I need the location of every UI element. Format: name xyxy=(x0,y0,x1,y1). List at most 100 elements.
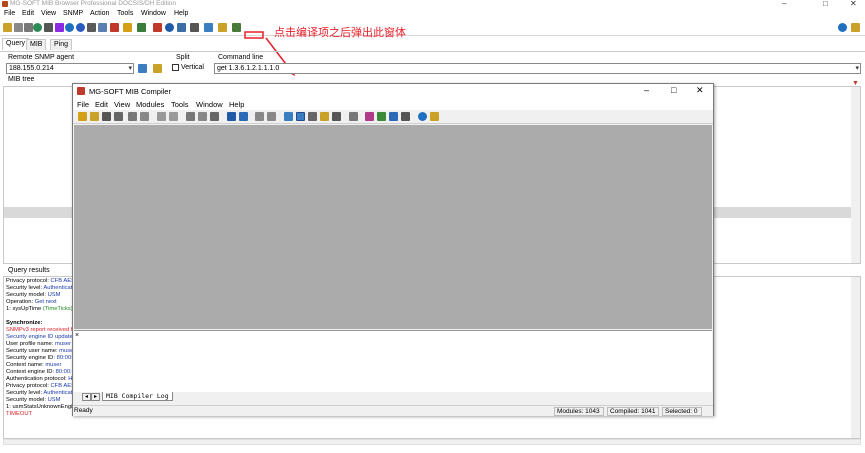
help-icon[interactable] xyxy=(838,23,847,32)
remote-agent-combo[interactable]: 188.155.0.214 ▾ xyxy=(6,63,134,74)
status-modules: Modules: 1043 xyxy=(554,407,604,416)
menu-edit[interactable]: Edit xyxy=(22,10,34,17)
compile-icon[interactable] xyxy=(365,112,374,121)
outdent-icon[interactable] xyxy=(267,112,276,121)
copy-icon[interactable] xyxy=(198,112,207,121)
save-icon[interactable] xyxy=(102,112,111,121)
compiler-titlebar: MG-SOFT MIB Compiler – □ ✕ xyxy=(73,84,713,98)
menu-tools[interactable]: Tools xyxy=(117,10,133,17)
compiler-menu-edit[interactable]: Edit xyxy=(95,100,108,109)
export-icon[interactable] xyxy=(332,112,341,121)
table-icon[interactable] xyxy=(98,23,107,32)
menu-view[interactable]: View xyxy=(41,10,56,17)
minimize-button[interactable]: – xyxy=(782,0,786,8)
help-icon[interactable] xyxy=(418,112,427,121)
results-scrollbar[interactable] xyxy=(851,277,860,438)
agent-properties-icon[interactable] xyxy=(138,64,147,73)
print-icon[interactable] xyxy=(128,112,137,121)
home-icon[interactable] xyxy=(430,112,439,121)
tree-icon[interactable] xyxy=(153,23,162,32)
tab-query[interactable]: Query xyxy=(2,38,30,50)
paste-icon[interactable] xyxy=(210,112,219,121)
compiler-menu-window[interactable]: Window xyxy=(196,100,223,109)
globe-icon[interactable] xyxy=(65,23,74,32)
result-line: Synchronize: xyxy=(6,320,43,326)
info-icon[interactable] xyxy=(76,23,85,32)
stop-icon[interactable] xyxy=(87,23,96,32)
find-next-icon[interactable] xyxy=(239,112,248,121)
menu-snmp[interactable]: SNMP xyxy=(63,10,83,17)
print-preview-icon[interactable] xyxy=(140,112,149,121)
agent-list-icon[interactable] xyxy=(153,64,162,73)
delete-icon[interactable] xyxy=(401,112,410,121)
menu-action[interactable]: Action xyxy=(90,10,109,17)
compiler-title: MG-SOFT MIB Compiler xyxy=(89,87,171,96)
tab-mib-compiler-log[interactable]: MIB Compiler Log xyxy=(102,392,173,401)
save-icon[interactable] xyxy=(218,23,227,32)
agent-row: Remote SNMP agent 188.155.0.214 ▾ Split … xyxy=(0,51,865,75)
find-icon[interactable] xyxy=(227,112,236,121)
edit-icon[interactable] xyxy=(204,23,213,32)
menu-window[interactable]: Window xyxy=(141,10,166,17)
vertical-checkbox[interactable] xyxy=(172,64,179,71)
tab-mib[interactable]: MIB xyxy=(26,39,47,50)
compiler-close-button[interactable]: ✕ xyxy=(696,85,704,96)
compiler-minimize-button[interactable]: – xyxy=(644,85,649,95)
lock-icon[interactable] xyxy=(177,23,186,32)
cut-icon[interactable] xyxy=(44,23,53,32)
help-query-icon[interactable] xyxy=(14,23,23,32)
close-button[interactable]: ✕ xyxy=(850,0,857,8)
results-horizontal-scrollbar[interactable] xyxy=(3,439,861,445)
refresh-icon[interactable] xyxy=(33,23,42,32)
compiler-menu-tools[interactable]: Tools xyxy=(171,100,189,109)
undo-icon[interactable] xyxy=(157,112,166,121)
network-icon[interactable] xyxy=(165,23,174,32)
command-line-combo[interactable]: get 1.3.6.1.2.1.1.1.0 ▾ xyxy=(214,63,861,74)
tree-scrollbar[interactable] xyxy=(851,87,860,263)
compiler-menu-view[interactable]: View xyxy=(114,100,130,109)
mib-compiler-window[interactable]: MG-SOFT MIB Compiler – □ ✕ File Edit Vie… xyxy=(72,83,714,416)
compiler-workspace[interactable] xyxy=(74,125,712,329)
details-view-icon[interactable] xyxy=(296,112,305,121)
compiler-menu-help[interactable]: Help xyxy=(229,100,244,109)
compile-all-icon[interactable] xyxy=(377,112,386,121)
context-help-icon[interactable] xyxy=(851,23,860,32)
menu-file[interactable]: File xyxy=(4,10,15,17)
collapse-arrow-icon[interactable]: ▼ xyxy=(852,80,859,87)
save-all-icon[interactable] xyxy=(114,112,123,121)
remote-agent-label: Remote SNMP agent xyxy=(8,54,75,61)
open-icon[interactable] xyxy=(3,23,12,32)
trap-icon[interactable] xyxy=(123,23,132,32)
chevron-down-icon[interactable]: ▾ xyxy=(855,64,859,72)
log-close-icon[interactable]: × xyxy=(75,332,79,339)
scissors-icon[interactable] xyxy=(55,23,64,32)
redo-icon[interactable] xyxy=(169,112,178,121)
app-icon xyxy=(2,1,8,7)
question-icon[interactable] xyxy=(24,23,33,32)
cut-icon[interactable] xyxy=(186,112,195,121)
result-line: Security engine ID: 80:00: xyxy=(6,355,73,361)
chevron-down-icon[interactable]: ▾ xyxy=(128,64,132,72)
menu-help[interactable]: Help xyxy=(174,10,188,17)
module-icon[interactable] xyxy=(308,112,317,121)
indent-icon[interactable] xyxy=(255,112,264,121)
maximize-button[interactable]: □ xyxy=(823,0,828,8)
new-icon[interactable] xyxy=(78,112,87,121)
result-line: Security level: Authenticat xyxy=(6,390,73,396)
compiler-menu-modules[interactable]: Modules xyxy=(136,100,164,109)
tab-scroll-left-icon[interactable]: ◂ xyxy=(82,393,91,401)
settings-icon[interactable] xyxy=(190,23,199,32)
compiler-menu-file[interactable]: File xyxy=(77,100,89,109)
result-line: Security engine ID update xyxy=(6,334,73,340)
properties-icon[interactable] xyxy=(320,112,329,121)
scan-icon[interactable] xyxy=(389,112,398,121)
tab-ping[interactable]: Ping xyxy=(50,39,73,50)
tab-scroll-right-icon[interactable]: ▸ xyxy=(91,393,100,401)
chart-icon[interactable] xyxy=(110,23,119,32)
list-view-icon[interactable] xyxy=(284,112,293,121)
open-icon[interactable] xyxy=(90,112,99,121)
arrow-icon[interactable] xyxy=(349,112,358,121)
mib-icon[interactable] xyxy=(137,23,146,32)
compiler-maximize-button[interactable]: □ xyxy=(671,85,676,95)
compiler-log-pane[interactable]: × xyxy=(74,330,712,392)
